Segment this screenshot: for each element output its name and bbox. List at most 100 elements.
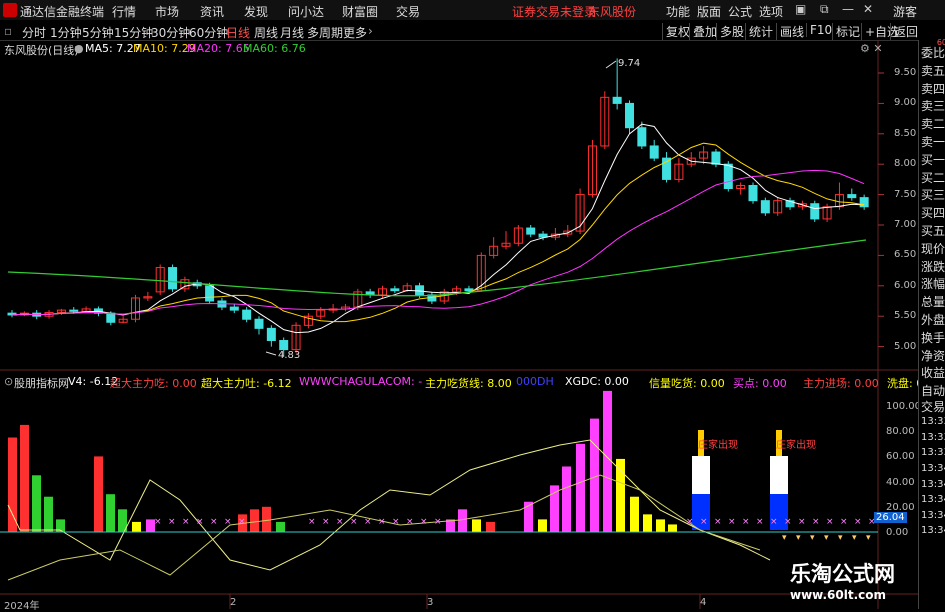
indicator-bar — [643, 514, 652, 532]
candle-body — [279, 340, 289, 351]
x-marker: × — [406, 517, 414, 527]
side-panel-item[interactable]: 买五 — [921, 224, 945, 238]
indicator-bar — [486, 521, 495, 532]
price-tick: 8.50 — [894, 127, 917, 139]
candle-body — [242, 309, 252, 320]
side-panel-item[interactable]: 买四 — [921, 206, 945, 220]
side-panel-trade-item: 13:34 — [921, 494, 945, 506]
side-panel-item[interactable]: 卖五 — [921, 64, 945, 78]
indicator-bar — [538, 519, 547, 532]
side-panel-trade-item: 13:33 — [921, 416, 945, 428]
side-panel-trade-item: 13:34 — [921, 509, 945, 521]
candle-body — [415, 285, 425, 296]
chart-settings-icon[interactable]: ⚙ ✕ — [860, 42, 883, 55]
side-panel-item[interactable]: 外盘 — [921, 313, 945, 327]
price-tick: 9.00 — [894, 97, 917, 109]
side-panel-item[interactable]: 卖一 — [921, 135, 945, 149]
indicator-tick: 60.00 — [886, 451, 915, 463]
side-panel-item[interactable]: 买二 — [921, 171, 945, 185]
candle-body — [464, 288, 474, 292]
candle-body — [723, 163, 733, 190]
x-marker: × — [728, 517, 736, 527]
time-axis-label: 4 — [700, 597, 707, 608]
side-panel-item[interactable]: 总量 — [921, 295, 945, 309]
candle-body — [637, 127, 647, 147]
x-marker: × — [154, 517, 162, 527]
price-tick: 9.50 — [894, 67, 917, 78]
ma-line — [11, 169, 865, 316]
side-panel-item[interactable]: 换手 — [921, 331, 945, 345]
x-marker: × — [364, 517, 372, 527]
high-pointer — [605, 60, 617, 69]
candle-body — [205, 285, 215, 302]
side-panel-item[interactable]: 卖二 — [921, 117, 945, 131]
ma20-label: MA20: 7.65 — [187, 42, 250, 55]
indicator-item: 主力进场: 0.00 — [803, 377, 879, 390]
kline-chart-canvas[interactable]: × × × × × × × × × × × × × × × × × × × × × × × × × × × × × × ×▾ ▾ ▾ ▾ ▾ ▾ ▾ — [0, 0, 945, 609]
indicator-bar — [20, 424, 29, 532]
indicator-bar — [562, 466, 571, 532]
indicator-bar — [576, 443, 585, 532]
x-marker: × — [224, 517, 232, 527]
x-marker: × — [770, 517, 778, 527]
x-marker: × — [686, 517, 694, 527]
x-marker: × — [798, 517, 806, 527]
x-marker: × — [392, 517, 400, 527]
time-axis-label: 2024年 — [4, 601, 40, 612]
candle-body — [229, 306, 239, 311]
side-panel-trade-item: 13:33 — [921, 431, 945, 443]
watermark-url: www.60lt.com — [790, 588, 887, 602]
indicator-tick: 0.00 — [886, 527, 909, 538]
indicator-bar — [590, 418, 599, 532]
side-panel-trade-item[interactable]: 自动 — [921, 384, 945, 398]
candle-body — [526, 227, 536, 235]
indicator-current-value: 26.04 — [874, 512, 907, 523]
candle-body — [106, 312, 116, 323]
side-panel-item[interactable]: 买一 — [921, 153, 945, 167]
ma-toggle-icon[interactable]: ● — [74, 42, 84, 55]
indicator-collapse-icon[interactable]: ⊙ — [4, 375, 13, 388]
side-panel-item[interactable]: 买三 — [921, 188, 945, 202]
x-marker: × — [308, 517, 316, 527]
x-marker: × — [210, 517, 218, 527]
indicator-item: XGDC: 0.00 — [565, 375, 629, 388]
signal-column — [692, 456, 710, 494]
indicator-tick: 80.00 — [886, 426, 915, 438]
side-panel-item[interactable]: 收益 — [921, 366, 945, 380]
x-marker: × — [434, 517, 442, 527]
indicator-name[interactable]: 股朋指标网 — [14, 375, 69, 390]
quote-side-panel: 60 委比 卖五 卖四 卖三 卖二 卖一 买一 买二 买三 买四 买五 现价 涨跌 涨幅 总量 外盘 换手 净资收… — [918, 38, 945, 609]
time-axis-label: 3 — [427, 597, 434, 608]
indicator-bar — [94, 456, 103, 532]
side-panel-trade-item: 13:34 — [921, 463, 945, 474]
side-panel-item[interactable]: 涨跌 — [921, 260, 945, 274]
indicator-tick: 100.00 — [886, 401, 921, 412]
candle-body — [168, 267, 178, 290]
candle-body — [69, 309, 79, 312]
candle-body — [390, 288, 400, 292]
indicator-bar — [262, 506, 271, 532]
x-marker: × — [700, 517, 708, 527]
x-marker: × — [238, 517, 246, 527]
side-panel-item[interactable]: 净资 — [921, 349, 945, 363]
indicator-item: 超大主力吃: 0.00 — [110, 377, 197, 390]
x-marker: × — [812, 517, 820, 527]
x-marker: × — [840, 517, 848, 527]
side-panel-item[interactable]: 卖四 — [921, 82, 945, 96]
side-panel-item[interactable]: 现价 — [921, 242, 945, 256]
high-price-label: 9.74 — [618, 58, 641, 69]
price-tick: 7.50 — [894, 188, 917, 200]
x-marker: × — [756, 517, 764, 527]
x-marker: × — [742, 517, 750, 527]
side-panel-item[interactable]: 卖三 — [921, 99, 945, 113]
candle-body — [810, 203, 820, 220]
indicator-bar — [656, 519, 665, 532]
low-pointer — [265, 351, 277, 356]
indicator-item: 000DH — [516, 375, 554, 388]
indicator-bar — [472, 519, 481, 532]
side-panel-item[interactable]: 涨幅 — [921, 277, 945, 291]
side-panel-item[interactable]: 委比 — [921, 46, 945, 60]
candle-body — [711, 151, 721, 165]
cup-marker: ▾ — [824, 533, 829, 543]
side-panel-trade-item[interactable]: 交易 — [921, 400, 945, 414]
